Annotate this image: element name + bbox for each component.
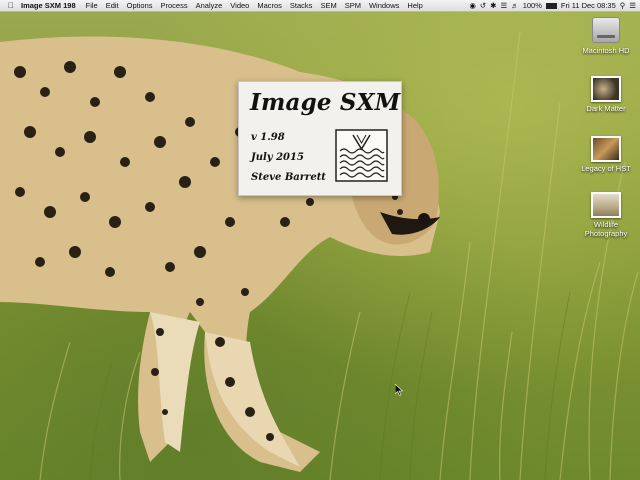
desktop-icon-label: Legacy of HST xyxy=(581,164,631,173)
splash-version: v 1.98 xyxy=(251,132,285,143)
menu-options[interactable]: Options xyxy=(123,1,157,10)
menu-process[interactable]: Process xyxy=(157,1,192,10)
menu-app-name[interactable]: Image SXM 198 xyxy=(18,1,82,10)
mouse-cursor-icon xyxy=(395,384,403,396)
record-icon[interactable]: ◉ xyxy=(469,1,476,10)
bluetooth-icon[interactable]: ✱ xyxy=(490,1,496,10)
desktop-icon-dark-matter[interactable]: Dark Matter xyxy=(574,76,638,113)
menu-help[interactable]: Help xyxy=(403,1,426,10)
menu-spm[interactable]: SPM xyxy=(341,1,365,10)
clock[interactable]: Fri 11 Dec 08:35 xyxy=(561,1,616,10)
volume-icon[interactable]: ♬ xyxy=(511,1,519,10)
menu-windows[interactable]: Windows xyxy=(365,1,403,10)
desktop-icon-label: Wildlife Photography xyxy=(584,220,628,238)
splash-date: July 2015 xyxy=(251,152,304,163)
battery-percent: 100% xyxy=(522,1,542,10)
splash-author: Steve Barrett xyxy=(251,172,326,183)
apple-menu-icon[interactable]:  xyxy=(4,1,18,10)
menu-video[interactable]: Video xyxy=(226,1,253,10)
hard-drive-icon xyxy=(592,17,620,43)
image-file-icon xyxy=(591,136,621,162)
wifi-icon[interactable]: ☰ xyxy=(500,1,507,10)
splash-window[interactable]: Image SXM v 1.98 July 2015 Steve Barrett xyxy=(238,81,402,196)
image-file-icon xyxy=(591,76,621,102)
menu-macros[interactable]: Macros xyxy=(253,1,286,10)
menu-bar:  Image SXM 198 File Edit Options Proces… xyxy=(0,0,640,12)
spotlight-icon[interactable]: ⚲ xyxy=(620,1,626,10)
image-sxm-logo-icon xyxy=(335,129,388,182)
desktop-icon-macintosh-hd[interactable]: Macintosh HD xyxy=(574,17,638,55)
splash-title: Image SXM xyxy=(250,89,401,116)
desktop-icon-label: Macintosh HD xyxy=(582,46,630,55)
notification-center-icon[interactable]: ☰ xyxy=(629,1,636,10)
menu-edit[interactable]: Edit xyxy=(102,1,123,10)
battery-icon[interactable] xyxy=(545,2,557,9)
image-file-icon xyxy=(591,192,621,218)
menu-sem[interactable]: SEM xyxy=(316,1,340,10)
status-area: ◉ ↺ ✱ ☰ ♬ 100% Fri 11 Dec 08:35 ⚲ ☰ xyxy=(469,1,640,10)
menu-analyze[interactable]: Analyze xyxy=(192,1,227,10)
desktop-icon-label: Dark Matter xyxy=(586,104,626,113)
menu-stacks[interactable]: Stacks xyxy=(286,1,317,10)
desktop-icon-wildlife-photography[interactable]: Wildlife Photography xyxy=(574,192,638,238)
desktop-icon-legacy-of-hst[interactable]: Legacy of HST xyxy=(574,136,638,173)
menu-file[interactable]: File xyxy=(82,1,102,10)
sync-icon[interactable]: ↺ xyxy=(480,1,486,10)
